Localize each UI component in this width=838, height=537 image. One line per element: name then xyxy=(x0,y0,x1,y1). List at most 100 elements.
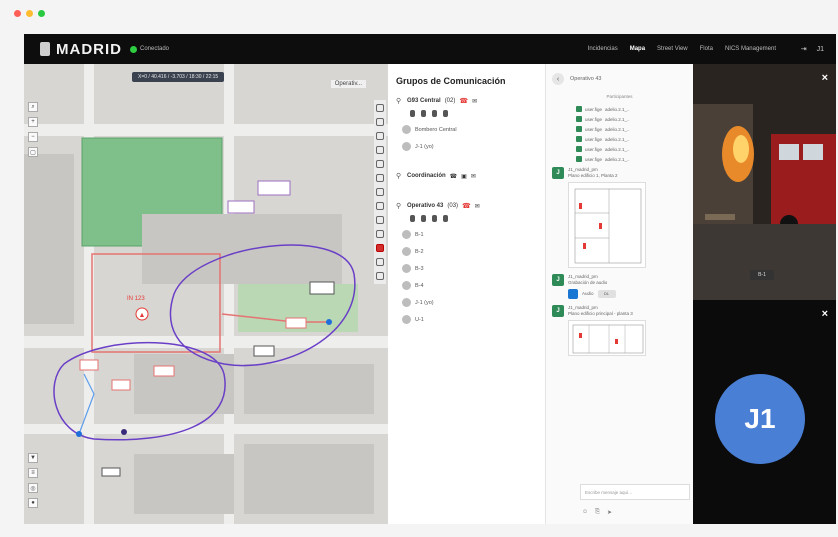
video-feed[interactable]: × B-1 xyxy=(693,64,836,300)
checkbox-icon[interactable] xyxy=(576,126,582,132)
draw-circle-icon[interactable] xyxy=(376,132,384,140)
group-operativo-43[interactable]: ⚲ Operativo 43 (03) ☎ ✉ xyxy=(388,199,545,213)
more-icon[interactable] xyxy=(376,272,384,280)
map-label-box-3[interactable] xyxy=(309,281,335,295)
nav-flota[interactable]: Flota xyxy=(700,46,713,52)
locate-icon[interactable]: ◎ xyxy=(28,483,38,493)
checklist-row[interactable]: user.fige adelio.2.1_.. xyxy=(546,114,693,124)
phone-icon[interactable]: ☎ xyxy=(450,173,457,180)
close-window-icon[interactable] xyxy=(14,10,21,17)
document-icon[interactable] xyxy=(443,215,448,222)
hand-icon[interactable] xyxy=(432,110,437,117)
logo-text: MADRID xyxy=(56,40,122,58)
measure-icon[interactable]: ≡ xyxy=(28,468,38,478)
floor-plan-thumbnail[interactable] xyxy=(568,181,646,268)
map-view[interactable]: ▲ IN 123 X=0 / 40.416 / -3.703 / 18:30 /… xyxy=(24,64,388,524)
copy-icon[interactable] xyxy=(376,216,384,224)
user-menu[interactable]: J1 xyxy=(817,46,824,53)
unit-marker-2[interactable] xyxy=(76,431,82,437)
member-item[interactable]: B-1 xyxy=(388,226,545,243)
avatar[interactable]: J1 xyxy=(715,374,805,464)
chevron-left-icon[interactable]: ‹ xyxy=(552,73,564,85)
nav-street-view[interactable]: Street View xyxy=(657,46,688,52)
map-label-box-1[interactable] xyxy=(257,180,291,196)
member-item[interactable]: J-1 (yo) xyxy=(388,138,545,155)
checklist-row[interactable]: user.fige adelio.2.1_.. xyxy=(546,134,693,144)
marker-icon[interactable] xyxy=(376,146,384,154)
map-label-box-5[interactable] xyxy=(253,345,275,357)
checkbox-icon[interactable] xyxy=(576,156,582,162)
map-label-box-4[interactable] xyxy=(285,317,307,329)
checkbox-icon[interactable] xyxy=(576,116,582,122)
chat-icon[interactable]: ✉ xyxy=(475,203,480,210)
delete-icon[interactable] xyxy=(376,230,384,238)
map-label-box-6[interactable] xyxy=(79,359,99,371)
minimize-window-icon[interactable] xyxy=(26,10,33,17)
camera-icon[interactable]: ▣ xyxy=(461,173,467,180)
checklist-row[interactable]: user.fige adelio.2.1_.. xyxy=(546,124,693,134)
microphone-icon[interactable] xyxy=(410,110,415,117)
member-item[interactable]: B-3 xyxy=(388,260,545,277)
logout-icon[interactable]: ⇥ xyxy=(801,45,807,53)
alert-icon[interactable] xyxy=(376,244,384,252)
filter-icon[interactable]: ▼ xyxy=(28,453,38,463)
map-label-box-9[interactable] xyxy=(101,467,121,477)
checkbox-icon[interactable] xyxy=(576,136,582,142)
unit-marker-3[interactable] xyxy=(121,429,127,435)
phone-icon[interactable]: ☎ xyxy=(459,97,468,105)
group-g93-central[interactable]: ⚲ G93 Central (02) ☎ ✉ xyxy=(388,94,545,108)
floor-plan-thumbnail[interactable] xyxy=(568,319,646,356)
message-input[interactable]: Escribe mensaje aquí... xyxy=(580,484,690,500)
download-button[interactable]: DL xyxy=(597,290,616,299)
nav-mapa[interactable]: Mapa xyxy=(630,46,645,52)
edit-icon[interactable] xyxy=(376,174,384,182)
undo-icon[interactable] xyxy=(376,188,384,196)
attach-icon[interactable]: ⎘ xyxy=(595,509,600,516)
search-icon[interactable]: ⌕ xyxy=(28,102,38,112)
member-item[interactable]: B-4 xyxy=(388,277,545,294)
camera-icon[interactable] xyxy=(421,110,426,117)
checklist-row[interactable]: user.fige adelio.2.1_.. xyxy=(546,154,693,164)
layers-icon[interactable]: ▢ xyxy=(28,147,38,157)
close-icon[interactable]: × xyxy=(822,308,828,320)
member-item[interactable]: U-1 xyxy=(388,311,545,328)
hand-icon[interactable] xyxy=(432,215,437,222)
map-label-box-2[interactable] xyxy=(227,200,255,214)
checklist-row[interactable]: user.fige adelio.2.1_.. xyxy=(546,144,693,154)
map-label-box-8[interactable] xyxy=(111,379,131,391)
member-item[interactable]: Bombero Central xyxy=(388,121,545,138)
chat-icon[interactable]: ✉ xyxy=(472,98,477,105)
member-item[interactable]: B-2 xyxy=(388,243,545,260)
group-icon: ⚲ xyxy=(396,97,402,105)
draw-polygon-icon[interactable] xyxy=(376,118,384,126)
text-icon[interactable] xyxy=(376,160,384,168)
emoji-icon[interactable]: ☺ xyxy=(582,509,588,516)
chat-icon[interactable]: ✉ xyxy=(471,173,476,180)
play-icon[interactable] xyxy=(568,289,578,300)
redo-icon[interactable] xyxy=(376,202,384,210)
member-item[interactable]: J-1 (yo) xyxy=(388,294,545,311)
draw-line-icon[interactable] xyxy=(376,104,384,112)
close-icon[interactable]: × xyxy=(822,72,828,84)
group-coordinacion[interactable]: ⚲ Coordinación ☎ ▣ ✉ xyxy=(388,169,545,183)
unit-marker-1[interactable] xyxy=(326,319,332,325)
maximize-window-icon[interactable] xyxy=(38,10,45,17)
share-icon[interactable] xyxy=(376,258,384,266)
map-label-box-7[interactable] xyxy=(153,365,175,377)
microphone-icon[interactable] xyxy=(410,215,415,222)
nav-nics-management[interactable]: NICS Management xyxy=(725,46,776,52)
document-icon[interactable] xyxy=(443,110,448,117)
nav-incidencias[interactable]: Incidencias xyxy=(588,46,618,52)
zoom-out-icon[interactable]: − xyxy=(28,132,38,142)
zoom-in-icon[interactable]: + xyxy=(28,117,38,127)
camera-icon[interactable] xyxy=(421,215,426,222)
check-file: adelio.2.1_.. xyxy=(605,106,630,112)
checkbox-icon[interactable] xyxy=(576,106,582,112)
send-icon[interactable]: ➤ xyxy=(607,509,612,516)
checkbox-icon[interactable] xyxy=(576,146,582,152)
avatar xyxy=(402,298,411,307)
phone-icon[interactable]: ☎ xyxy=(462,202,471,210)
checklist-row[interactable]: user.fige adelio.2.1_.. xyxy=(546,104,693,114)
settings-icon[interactable]: ● xyxy=(28,498,38,508)
layer-select[interactable]: Operativ... xyxy=(330,80,366,88)
